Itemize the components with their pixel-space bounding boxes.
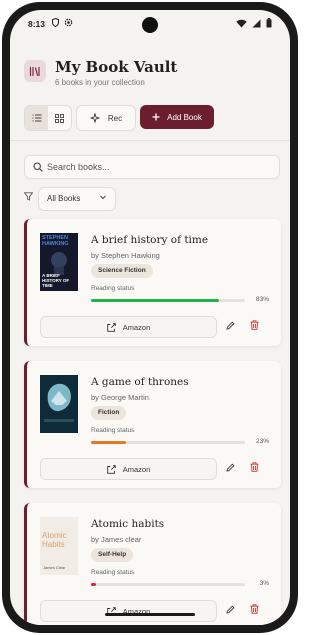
screen: 8:13 My Book Vault 6 books in your colle… <box>10 10 290 625</box>
cover-author-text: STEPHEN HAWKING <box>42 235 69 247</box>
progress-fill <box>91 441 127 444</box>
genre-badge: Fiction <box>91 406 127 420</box>
edit-icon[interactable] <box>226 321 235 330</box>
external-link-icon <box>106 322 116 332</box>
amazon-label: Amazon <box>122 322 151 332</box>
filter-icon <box>24 192 33 201</box>
grid-view-button[interactable] <box>48 106 71 130</box>
status-left-icons <box>52 18 73 27</box>
progress-fill <box>91 583 96 586</box>
delete-icon[interactable] <box>250 604 259 614</box>
recommendations-button[interactable]: Rec <box>76 105 136 131</box>
book-card: A game of thrones by George Martin Ficti… <box>24 361 281 488</box>
camera-cutout <box>142 17 158 33</box>
shield-icon <box>52 18 59 27</box>
home-indicator[interactable] <box>105 613 195 616</box>
reading-progress-bar <box>91 583 245 586</box>
book-cover-image: STEPHEN HAWKING A BRIEF HISTORY OF TIME <box>40 233 78 291</box>
plus-icon <box>152 113 160 121</box>
external-link-icon <box>106 464 116 474</box>
amazon-label: Amazon <box>122 464 151 474</box>
filter-value: All Books <box>47 194 81 203</box>
reading-status-label: Reading status <box>91 285 135 292</box>
genre-badge: Self-Help <box>91 548 134 562</box>
library-icon <box>29 66 40 76</box>
app-logo <box>24 60 46 82</box>
status-right-icons <box>236 18 272 28</box>
page-title: My Book Vault <box>55 58 178 76</box>
book-card: STEPHEN HAWKING A BRIEF HISTORY OF TIME … <box>24 219 281 346</box>
reading-status-label: Reading status <box>91 569 135 576</box>
progress-fill <box>91 299 219 302</box>
list-view-button[interactable] <box>25 106 48 130</box>
chevron-down-icon <box>100 195 106 200</box>
search-input[interactable]: Search books... <box>24 155 280 179</box>
book-cover-art <box>40 375 78 433</box>
progress-percent: 3% <box>259 580 269 587</box>
battery-icon <box>266 18 272 28</box>
cover-title-text: Atomic Habits <box>42 531 67 549</box>
amazon-button[interactable]: Amazon <box>40 600 217 622</box>
add-book-button[interactable]: Add Book <box>140 105 214 129</box>
book-title: A game of thrones <box>91 376 189 388</box>
genre-badge: Science Fiction <box>91 264 153 278</box>
reading-status-label: Reading status <box>91 427 135 434</box>
amazon-button[interactable]: Amazon <box>40 458 217 480</box>
rec-label: Rec <box>107 113 123 123</box>
book-author: by James clear <box>91 535 142 544</box>
sparkle-icon <box>89 113 100 123</box>
edit-icon[interactable] <box>226 463 235 472</box>
signal-icon <box>252 19 261 27</box>
status-time: 8:13 <box>28 19 46 29</box>
book-title: Atomic habits <box>91 518 165 530</box>
book-card: Atomic Habits James Clear Atomic habits … <box>24 503 281 625</box>
delete-icon[interactable] <box>250 462 259 472</box>
book-cover-image: Atomic Habits James Clear <box>40 517 78 575</box>
cover-author-text: James Clear <box>43 565 66 570</box>
reading-progress-bar <box>91 441 245 444</box>
settings-icon <box>64 18 73 27</box>
list-icon <box>32 114 41 122</box>
progress-percent: 83% <box>255 296 269 303</box>
filter-dropdown[interactable]: All Books <box>38 187 116 211</box>
delete-icon[interactable] <box>250 320 259 330</box>
book-author: by Stephen Hawking <box>91 251 160 260</box>
view-toggle <box>24 105 72 131</box>
edit-icon[interactable] <box>226 605 235 614</box>
add-book-label: Add Book <box>167 112 202 122</box>
search-icon <box>33 162 43 172</box>
amazon-button[interactable]: Amazon <box>40 316 217 338</box>
cover-title-text: A BRIEF HISTORY OF TIME <box>42 273 70 288</box>
phone-frame: 8:13 My Book Vault 6 books in your colle… <box>2 2 298 633</box>
collection-count: 6 books in your collection <box>55 78 145 87</box>
book-title: A brief history of time <box>91 234 209 246</box>
progress-percent: 23% <box>255 438 269 445</box>
search-placeholder: Search books... <box>47 162 110 172</box>
reading-progress-bar <box>91 299 245 302</box>
book-cover-image <box>40 375 78 433</box>
grid-icon <box>55 113 64 123</box>
header-divider <box>10 140 290 141</box>
wifi-icon <box>236 19 247 27</box>
book-author: by George Martin <box>91 393 149 402</box>
